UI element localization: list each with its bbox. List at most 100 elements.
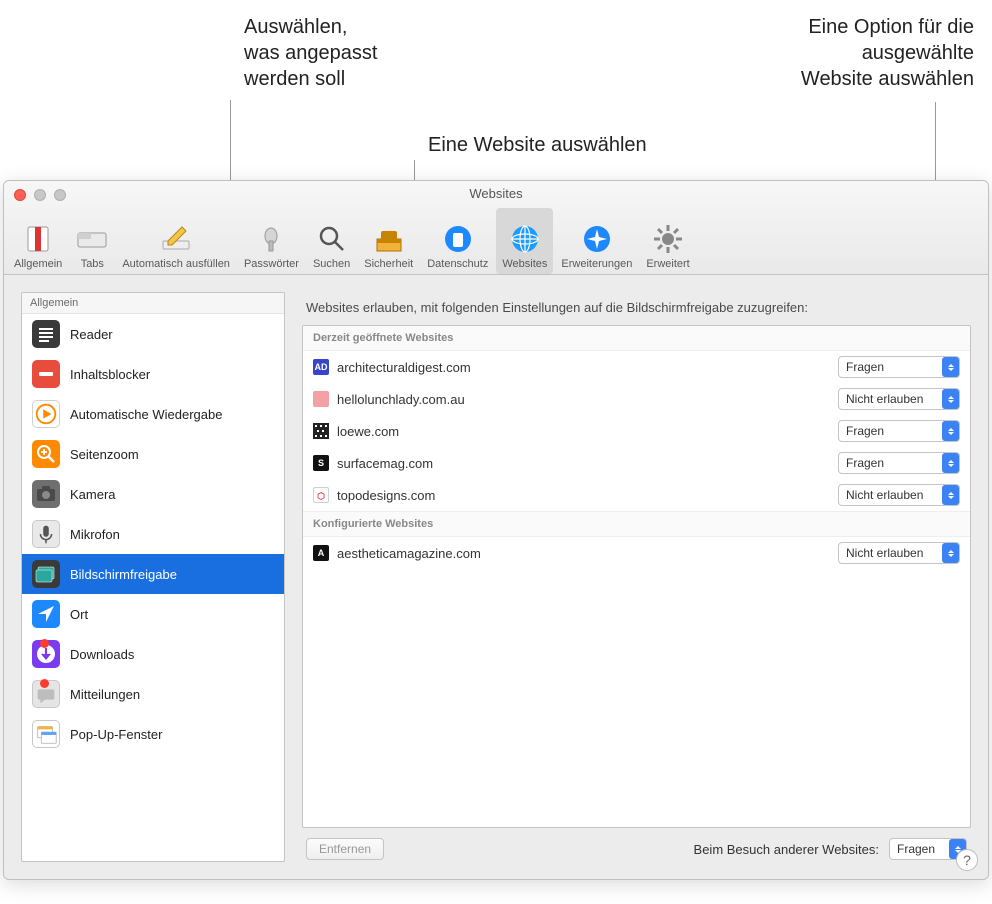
sidebar: Allgemein ReaderInhaltsblockerAutomatisc… xyxy=(21,292,285,862)
website-domain: hellolunchlady.com.au xyxy=(337,392,830,407)
favicon-icon: A xyxy=(313,545,329,561)
callout-right: Eine Option für die ausgewählte Website … xyxy=(801,14,974,92)
sidebar-item-pagezoom[interactable]: Seitenzoom xyxy=(22,434,284,474)
favicon-icon xyxy=(313,423,329,439)
toolbar-websites[interactable]: Websites xyxy=(496,208,553,274)
toolbar-advanced[interactable]: Erweitert xyxy=(640,208,695,274)
permission-popup[interactable]: Nicht erlauben xyxy=(838,484,960,506)
callout-left: Auswählen, was angepasst werden soll xyxy=(244,14,377,92)
toolbar-search[interactable]: Suchen xyxy=(307,208,356,274)
permission-popup[interactable]: Fragen xyxy=(838,452,960,474)
pagezoom-icon xyxy=(32,440,60,468)
sidebar-item-notifications[interactable]: Mitteilungen xyxy=(22,674,284,714)
permission-popup[interactable]: Nicht erlauben xyxy=(838,542,960,564)
advanced-icon xyxy=(652,223,684,255)
permission-value: Fragen xyxy=(846,456,884,470)
toolbar-tabs[interactable]: Tabs xyxy=(70,208,114,274)
toolbar-autofill[interactable]: Automatisch ausfüllen xyxy=(116,208,236,274)
open-sites-list: AD architecturaldigest.com Fragen hellol… xyxy=(303,351,970,511)
sidebar-item-microphone[interactable]: Mikrofon xyxy=(22,514,284,554)
favicon-icon: S xyxy=(313,455,329,471)
sidebar-item-downloads[interactable]: Downloads xyxy=(22,634,284,674)
website-domain: surfacemag.com xyxy=(337,456,830,471)
sidebar-item-autoplay[interactable]: Automatische Wiedergabe xyxy=(22,394,284,434)
websites-icon xyxy=(509,223,541,255)
permission-value: Fragen xyxy=(846,424,884,438)
callouts-layer: Auswählen, was angepasst werden soll Ein… xyxy=(0,0,992,200)
autoplay-icon xyxy=(32,400,60,428)
websites-table: Derzeit geöffnete Websites AD architectu… xyxy=(302,325,971,828)
favicon-icon: AD xyxy=(313,359,329,375)
website-row[interactable]: ⬡ topodesigns.com Nicht erlauben xyxy=(303,479,970,511)
open-sites-header: Derzeit geöffnete Websites xyxy=(303,326,970,351)
updown-arrows-icon xyxy=(942,485,959,505)
toolbar-label: Websites xyxy=(502,258,547,270)
sidebar-item-label: Seitenzoom xyxy=(70,447,139,462)
content: Allgemein ReaderInhaltsblockerAutomatisc… xyxy=(4,275,988,879)
badge-dot xyxy=(40,679,49,688)
security-icon xyxy=(373,223,405,255)
notifications-icon xyxy=(32,680,60,708)
sidebar-item-contentblockers[interactable]: Inhaltsblocker xyxy=(22,354,284,394)
website-row[interactable]: A aestheticamagazine.com Nicht erlauben xyxy=(303,537,970,569)
website-domain: aestheticamagazine.com xyxy=(337,546,830,561)
toolbar-label: Tabs xyxy=(81,258,104,270)
other-websites-label: Beim Besuch anderer Websites: xyxy=(694,842,879,857)
sidebar-item-reader[interactable]: Reader xyxy=(22,314,284,354)
sidebar-item-label: Inhaltsblocker xyxy=(70,367,150,382)
tabs-icon xyxy=(76,223,108,255)
website-domain: architecturaldigest.com xyxy=(337,360,830,375)
sidebar-item-label: Mikrofon xyxy=(70,527,120,542)
permission-value: Nicht erlauben xyxy=(846,488,923,502)
microphone-icon xyxy=(32,520,60,548)
website-domain: topodesigns.com xyxy=(337,488,830,503)
sidebar-list: Reader Inhaltsblocker Automatische Wiederg… xyxy=(22,314,284,754)
permission-popup[interactable]: Nicht erlauben xyxy=(838,388,960,410)
website-row[interactable]: AD architecturaldigest.com Fragen xyxy=(303,351,970,383)
screenshare-icon xyxy=(32,560,60,588)
configured-sites-header: Konfigurierte Websites xyxy=(303,511,970,537)
location-icon xyxy=(32,600,60,628)
toolbar-general[interactable]: Allgemein xyxy=(8,208,68,274)
sidebar-item-location[interactable]: Ort xyxy=(22,594,284,634)
permission-popup[interactable]: Fragen xyxy=(838,420,960,442)
website-row[interactable]: loewe.com Fragen xyxy=(303,415,970,447)
toolbar-security[interactable]: Sicherheit xyxy=(358,208,419,274)
toolbar-extensions[interactable]: Erweiterungen xyxy=(555,208,638,274)
privacy-icon xyxy=(442,223,474,255)
sidebar-item-label: Automatische Wiedergabe xyxy=(70,407,222,422)
bottom-bar: Entfernen Beim Besuch anderer Websites: … xyxy=(302,828,971,862)
titlebar: Websites Allgemein Tabs Automatisch ausfül… xyxy=(4,181,988,275)
favicon-icon: ⬡ xyxy=(313,487,329,503)
sidebar-item-label: Pop-Up-Fenster xyxy=(70,727,162,742)
badge-dot xyxy=(40,639,49,648)
website-row[interactable]: S surfacemag.com Fragen xyxy=(303,447,970,479)
favicon-icon xyxy=(313,391,329,407)
configured-sites-list: A aestheticamagazine.com Nicht erlauben xyxy=(303,537,970,569)
prefs-toolbar: Allgemein Tabs Automatisch ausfüllen Passwö… xyxy=(8,204,984,274)
sidebar-item-label: Downloads xyxy=(70,647,134,662)
sidebar-item-label: Ort xyxy=(70,607,88,622)
website-row[interactable]: hellolunchlady.com.au Nicht erlauben xyxy=(303,383,970,415)
camera-icon xyxy=(32,480,60,508)
main-panel: Websites erlauben, mit folgenden Einstel… xyxy=(302,292,971,862)
sidebar-item-screenshare[interactable]: Bildschirmfreigabe xyxy=(22,554,284,594)
updown-arrows-icon xyxy=(942,421,959,441)
permission-popup[interactable]: Fragen xyxy=(838,356,960,378)
prefs-window: Websites Allgemein Tabs Automatisch ausfül… xyxy=(3,180,989,880)
remove-button[interactable]: Entfernen xyxy=(306,838,384,860)
sidebar-item-label: Mitteilungen xyxy=(70,687,140,702)
window-title: Websites xyxy=(4,186,988,201)
sidebar-item-camera[interactable]: Kamera xyxy=(22,474,284,514)
help-button[interactable]: ? xyxy=(956,849,978,871)
sidebar-item-popup[interactable]: Pop-Up-Fenster xyxy=(22,714,284,754)
toolbar-privacy[interactable]: Datenschutz xyxy=(421,208,494,274)
toolbar-label: Sicherheit xyxy=(364,258,413,270)
other-websites-value: Fragen xyxy=(897,842,935,856)
toolbar-passwords[interactable]: Passwörter xyxy=(238,208,305,274)
website-domain: loewe.com xyxy=(337,424,830,439)
updown-arrows-icon xyxy=(942,389,959,409)
updown-arrows-icon xyxy=(942,543,959,563)
toolbar-label: Passwörter xyxy=(244,258,299,270)
popup-icon xyxy=(32,720,60,748)
